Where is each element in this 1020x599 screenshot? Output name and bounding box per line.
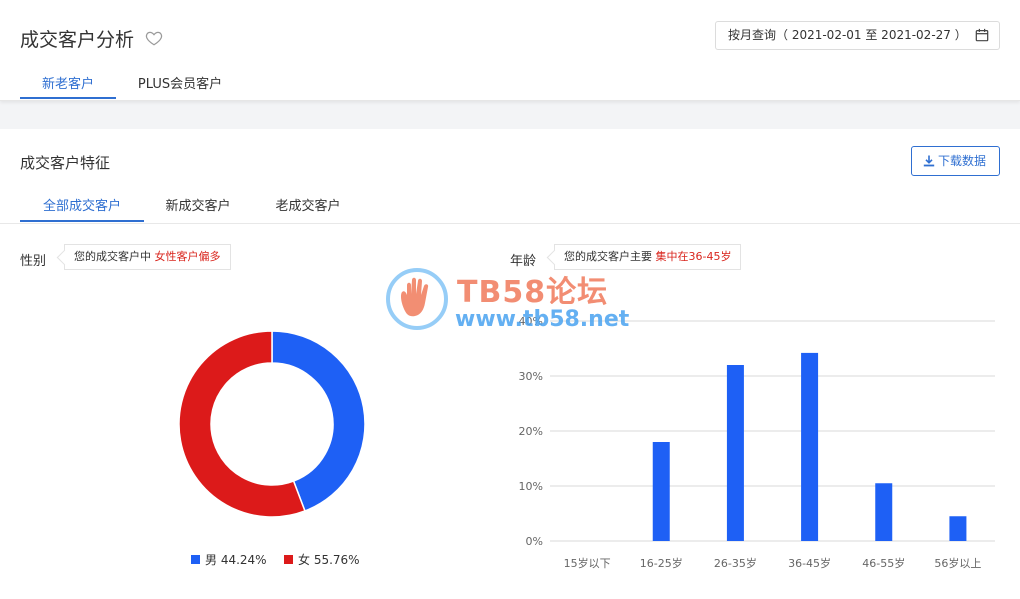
gender-tip-highlight: 女性客户偏多 xyxy=(154,250,221,263)
tab-plus-members[interactable]: PLUS会员客户 xyxy=(128,73,232,92)
legend-label-female: 女 55.76% xyxy=(298,553,360,567)
x-tick-label: 15岁以下 xyxy=(564,556,611,570)
page-title: 成交客户分析 xyxy=(20,29,135,51)
age-tip-text: 您的成交客户主要 xyxy=(564,250,652,263)
bar[interactable] xyxy=(801,352,819,541)
x-tick-label: 26-35岁 xyxy=(714,556,757,570)
gender-label: 性别 xyxy=(20,254,47,269)
y-tick-label: 20% xyxy=(519,425,543,438)
x-tick-label: 56岁以上 xyxy=(934,556,981,570)
hand-logo-icon xyxy=(386,268,448,330)
legend-label-male: 男 44.24% xyxy=(205,553,267,567)
heart-icon[interactable] xyxy=(145,29,163,47)
legend-item-female[interactable]: 女 55.76% xyxy=(284,551,360,568)
divider xyxy=(0,223,1020,224)
y-tick-label: 30% xyxy=(519,370,543,383)
date-range-picker[interactable]: 按月查询（ 2021-02-01 至 2021-02-27 ） xyxy=(715,21,1000,50)
tab-old-customers[interactable]: 老成交客户 xyxy=(262,195,354,214)
watermark-url: www.tb58.net xyxy=(455,307,630,332)
age-bar-chart: 0%10%20%30%40%15岁以下 16-25岁 26-35岁 36-45岁 46-… xyxy=(519,315,995,570)
legend-swatch-male xyxy=(191,555,200,564)
tab-new-customers[interactable]: 新成交客户 xyxy=(152,195,244,214)
bar[interactable] xyxy=(875,483,893,541)
tab-underline xyxy=(20,97,116,99)
watermark: TB58论坛 www.tb58.net xyxy=(385,265,655,335)
age-tip-highlight: 集中在36-45岁 xyxy=(655,250,732,263)
download-label: 下载数据 xyxy=(938,154,987,168)
calendar-icon xyxy=(975,28,989,42)
gender-tip-text: 您的成交客户中 xyxy=(74,250,151,263)
header-card: 成交客户分析 按月查询（ 2021-02-01 至 2021-02-27 ） 新… xyxy=(0,0,1020,101)
legend-item-male[interactable]: 男 44.24% xyxy=(191,551,267,568)
section-title: 成交客户特征 xyxy=(20,154,111,172)
date-range-label: 按月查询（ 2021-02-01 至 2021-02-27 ） xyxy=(728,28,967,42)
tab-all-customers[interactable]: 全部成交客户 xyxy=(20,195,144,214)
x-tick-label: 36-45岁 xyxy=(788,556,831,570)
tab-new-old-customers[interactable]: 新老客户 xyxy=(20,73,116,92)
download-button[interactable]: 下载数据 xyxy=(911,146,1000,176)
bar[interactable] xyxy=(949,516,967,541)
gender-donut-chart xyxy=(178,330,366,518)
gender-tip: 您的成交客户中 女性客户偏多 xyxy=(64,244,231,270)
bar[interactable] xyxy=(726,365,744,541)
x-tick-label: 46-55岁 xyxy=(862,556,905,570)
y-tick-label: 0% xyxy=(526,535,543,548)
legend-swatch-female xyxy=(284,555,293,564)
bar[interactable] xyxy=(652,442,670,541)
y-tick-label: 10% xyxy=(519,480,543,493)
download-icon xyxy=(923,155,935,167)
x-tick-label: 16-25岁 xyxy=(640,556,683,570)
tab-underline xyxy=(20,220,144,222)
watermark-title: TB58论坛 xyxy=(457,275,609,310)
